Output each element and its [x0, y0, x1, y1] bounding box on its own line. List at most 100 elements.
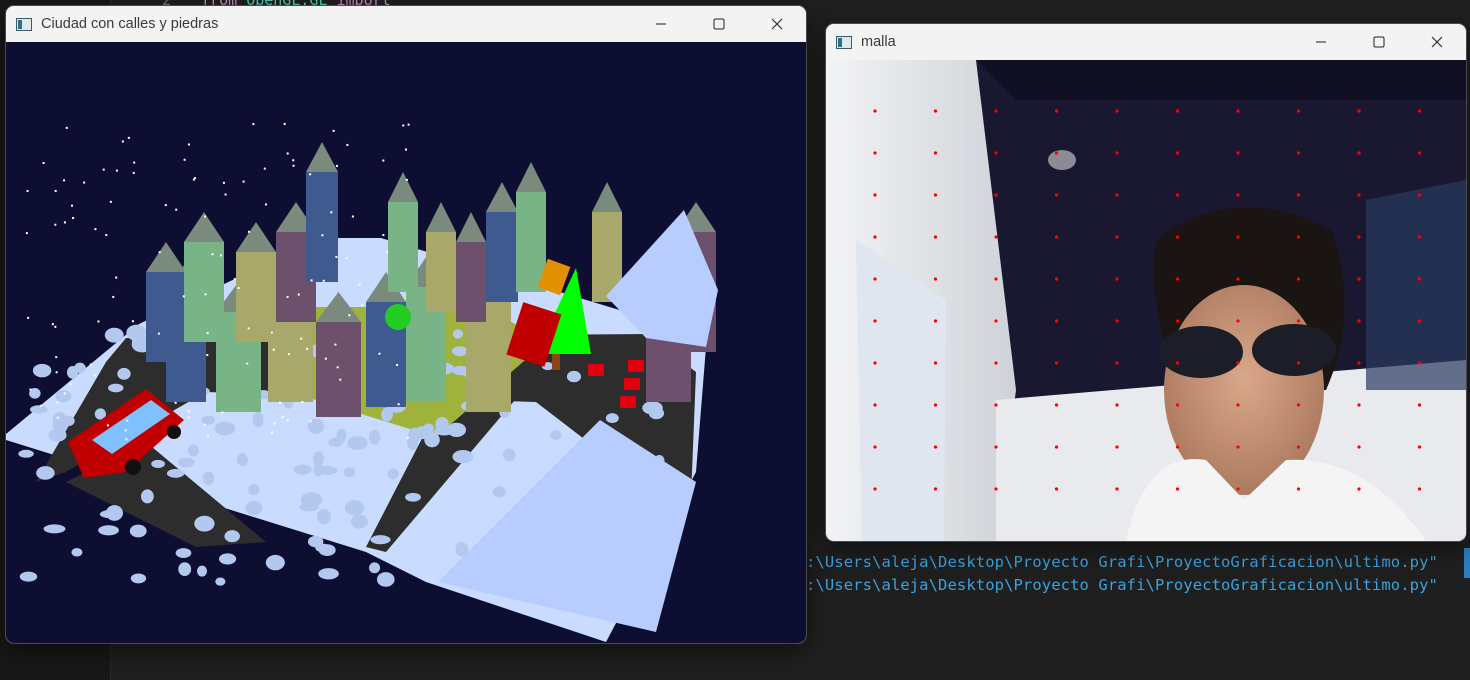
building [388, 202, 418, 292]
snowflake [264, 203, 267, 206]
mesh-point [933, 445, 938, 449]
snowflake [65, 126, 68, 129]
snowflake [237, 286, 240, 289]
sunglasses-left-lens [1159, 326, 1243, 378]
mesh-point [1357, 151, 1361, 155]
snow-stone [248, 483, 260, 496]
snow-stone [299, 502, 319, 512]
snowflake [72, 217, 75, 220]
city-3d-viewport[interactable] [6, 42, 806, 643]
snowflake [26, 190, 29, 193]
mesh-point [1417, 235, 1422, 239]
snowflake [71, 204, 74, 207]
snowflake [385, 251, 388, 254]
snowflake [221, 411, 224, 414]
snow-stone [36, 466, 55, 480]
mesh-point [873, 445, 877, 449]
snowflake [270, 431, 273, 434]
snow-stone [130, 573, 147, 584]
snowflake [54, 325, 57, 328]
city-window[interactable]: Ciudad con calles y piedras [6, 6, 806, 643]
snow-stone [214, 421, 236, 436]
snowflake [29, 388, 32, 391]
snowflake [322, 279, 325, 282]
snowflake [324, 357, 327, 360]
snowflake [404, 148, 407, 151]
snowflake [292, 159, 295, 162]
snowflake [309, 173, 312, 176]
mesh-point [1357, 403, 1361, 407]
mesh-point [1115, 235, 1119, 239]
mesh-window[interactable]: malla [826, 24, 1466, 541]
mesh-point [1357, 235, 1361, 239]
maximize-icon [713, 18, 725, 30]
mesh-point [1296, 277, 1301, 281]
mesh-point [873, 361, 877, 365]
maximize-button[interactable] [1350, 24, 1408, 60]
mesh-point [1296, 109, 1301, 113]
snow-stone [245, 500, 263, 516]
terminal-line-2: :\Users\aleja\Desktop\Proyecto Grafi\Pro… [806, 576, 1438, 594]
mesh-point [1417, 319, 1422, 323]
snowflake [54, 189, 57, 192]
snowflake [105, 234, 108, 237]
webcam-viewport[interactable] [826, 60, 1466, 541]
snowflake [63, 392, 66, 395]
mesh-point [933, 151, 938, 155]
mesh-point [994, 277, 998, 281]
mesh-point [994, 109, 998, 113]
snowflake [321, 234, 324, 237]
snowflake [397, 403, 400, 406]
snow-stone [196, 565, 208, 577]
snowflake [339, 378, 342, 381]
minimize-icon [1315, 36, 1327, 48]
mesh-point [1175, 445, 1180, 449]
close-button[interactable] [1408, 24, 1466, 60]
mesh-point [1054, 487, 1059, 491]
mesh-point [1296, 487, 1301, 491]
snowflake [286, 295, 289, 298]
maximize-button[interactable] [690, 6, 748, 42]
snow-stone [550, 430, 562, 440]
snowflake [188, 410, 191, 413]
mesh-window-titlebar[interactable]: malla [826, 24, 1466, 60]
mesh-point [933, 193, 938, 197]
mesh-point [1357, 277, 1361, 281]
mesh-point [1115, 403, 1119, 407]
snowflake [345, 257, 348, 260]
mesh-point [1236, 361, 1240, 365]
minimize-button[interactable] [632, 6, 690, 42]
mesh-point [994, 445, 998, 449]
snowflake [42, 161, 45, 164]
snowflake [125, 438, 128, 441]
snowflake [281, 416, 284, 419]
snowflake [115, 169, 118, 172]
city-scene [6, 42, 806, 643]
mesh-point [1417, 151, 1422, 155]
snowflake [233, 278, 236, 281]
mesh-point [1357, 445, 1361, 449]
building [306, 172, 338, 282]
snow-stone [318, 568, 339, 580]
snowflake [55, 356, 58, 359]
mesh-point [1296, 235, 1301, 239]
snowflake [133, 161, 136, 164]
snow-stone [126, 324, 147, 341]
city-window-titlebar[interactable]: Ciudad con calles y piedras [6, 6, 806, 42]
snowflake [187, 416, 190, 419]
mesh-point [1236, 403, 1240, 407]
snowflake [219, 254, 222, 257]
mesh-point [1296, 319, 1301, 323]
minimize-button[interactable] [1292, 24, 1350, 60]
mesh-point [1115, 445, 1119, 449]
mesh-point [1417, 109, 1422, 113]
snowflake [247, 230, 250, 233]
snow-stone [129, 524, 147, 538]
snowflake [263, 167, 266, 170]
snowflake [297, 293, 300, 296]
snow-stone [492, 486, 506, 498]
close-button[interactable] [748, 6, 806, 42]
mesh-point [873, 235, 877, 239]
mesh-point [1175, 235, 1180, 239]
snow-stone [151, 459, 165, 469]
